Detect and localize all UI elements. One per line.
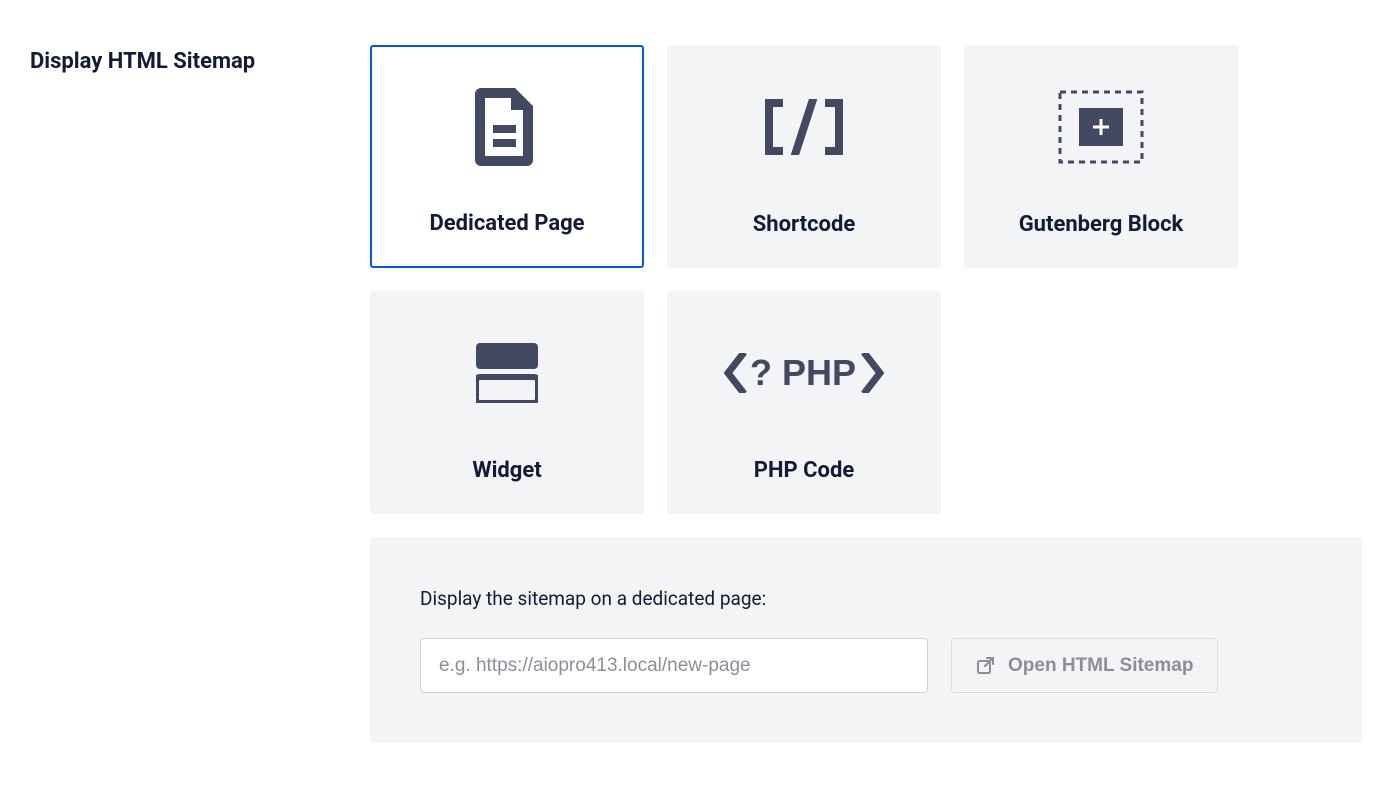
sitemap-url-input[interactable] (420, 638, 928, 693)
option-shortcode[interactable]: Shortcode (667, 45, 941, 268)
gutenberg-block-icon (965, 46, 1237, 208)
option-widget[interactable]: Widget (370, 291, 644, 514)
shortcode-icon (668, 46, 940, 208)
option-label: Widget (472, 454, 541, 487)
option-label: Dedicated Page (429, 207, 584, 240)
option-label: PHP Code (754, 454, 854, 487)
widget-icon (371, 292, 643, 454)
option-label: Gutenberg Block (1019, 208, 1184, 241)
svg-text:? PHP: ? PHP (750, 353, 856, 393)
option-dedicated-page[interactable]: Dedicated Page (370, 45, 644, 268)
section-title: Display HTML Sitemap (30, 45, 370, 78)
external-link-icon (976, 657, 994, 675)
panel-label: Display the sitemap on a dedicated page: (420, 587, 1312, 610)
option-gutenberg-block[interactable]: Gutenberg Block (964, 45, 1238, 268)
open-html-sitemap-button[interactable]: Open HTML Sitemap (951, 638, 1218, 693)
sitemap-display-options: Dedicated Page Shortcode (370, 45, 1370, 514)
php-code-icon: ? PHP (668, 292, 940, 454)
dedicated-page-panel: Display the sitemap on a dedicated page:… (370, 537, 1362, 743)
option-php-code[interactable]: ? PHP PHP Code (667, 291, 941, 514)
document-icon (372, 47, 642, 207)
option-label: Shortcode (753, 208, 855, 241)
open-button-label: Open HTML Sitemap (1008, 655, 1193, 677)
